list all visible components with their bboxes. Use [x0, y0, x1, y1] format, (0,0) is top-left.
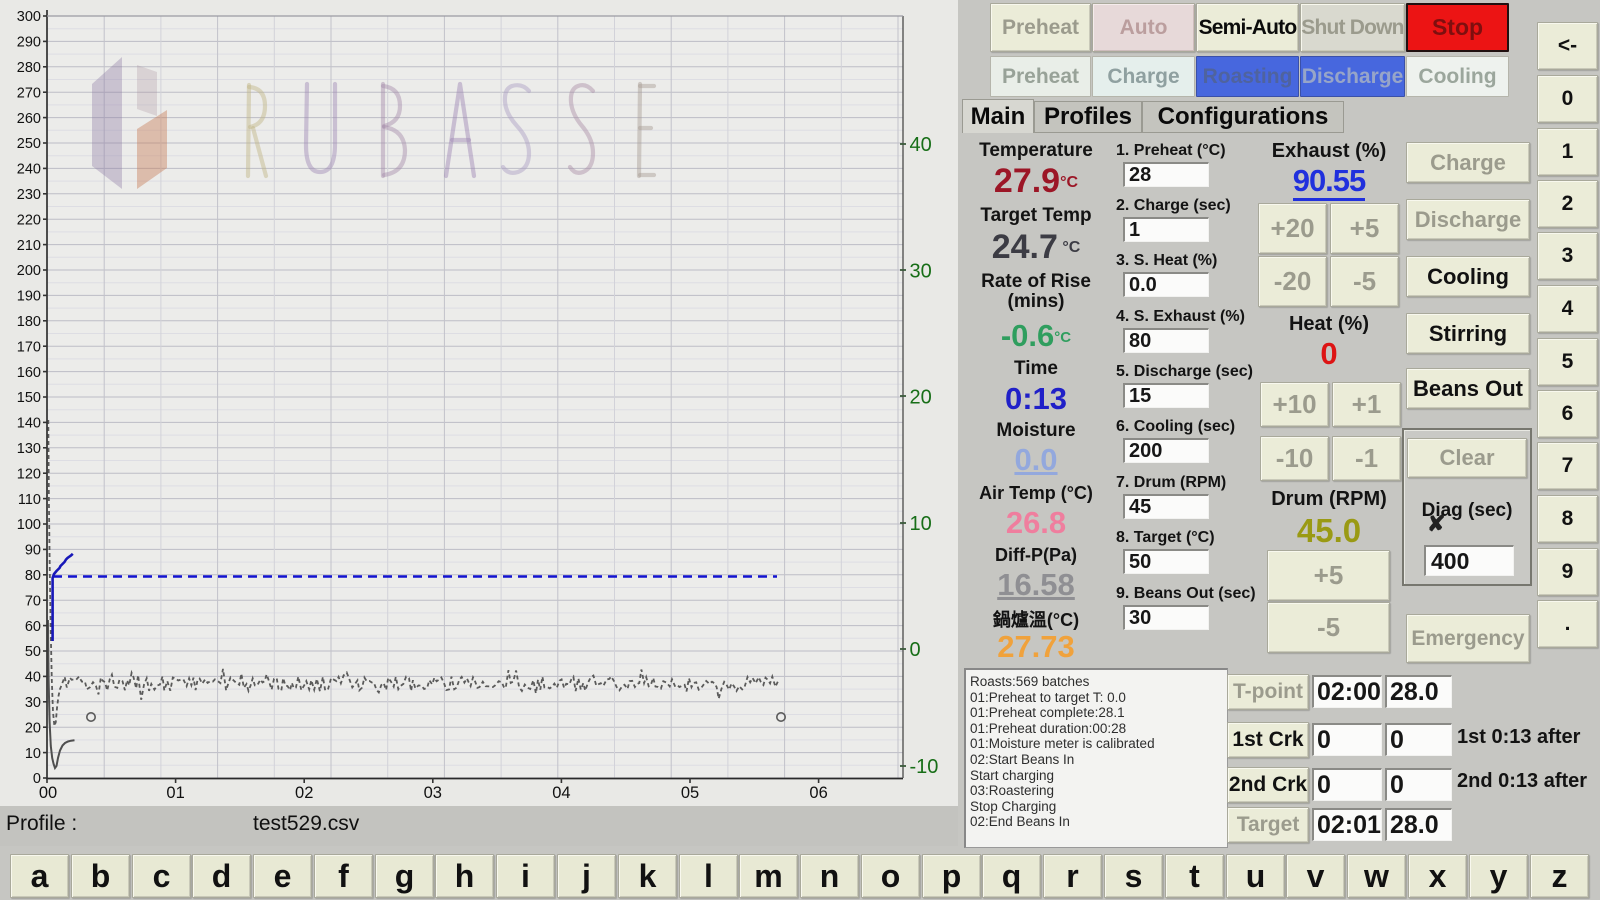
svg-text:280: 280	[17, 60, 41, 76]
svg-text:50: 50	[25, 644, 41, 660]
svg-text:00: 00	[39, 784, 57, 802]
svg-text:240: 240	[17, 162, 41, 178]
svg-text:170: 170	[17, 339, 41, 355]
svg-text:190: 190	[17, 289, 41, 305]
svg-text:210: 210	[17, 238, 41, 254]
svg-text:40: 40	[25, 670, 41, 686]
svg-text:03: 03	[424, 784, 442, 802]
svg-text:150: 150	[17, 390, 41, 406]
svg-text:220: 220	[17, 212, 41, 228]
svg-text:06: 06	[809, 784, 827, 802]
svg-text:20: 20	[25, 720, 41, 736]
svg-text:300: 300	[17, 9, 41, 25]
svg-text:10: 10	[25, 746, 41, 762]
svg-text:80: 80	[25, 568, 41, 584]
svg-text:05: 05	[681, 784, 699, 802]
svg-text:110: 110	[18, 492, 41, 508]
svg-text:70: 70	[25, 593, 41, 609]
svg-text:40: 40	[910, 134, 932, 156]
svg-text:260: 260	[17, 111, 41, 127]
svg-text:250: 250	[17, 136, 41, 152]
svg-text:230: 230	[17, 187, 41, 203]
svg-text:30: 30	[25, 695, 41, 711]
svg-text:30: 30	[910, 260, 932, 282]
svg-text:180: 180	[17, 314, 41, 330]
svg-text:04: 04	[552, 784, 570, 802]
svg-text:270: 270	[17, 85, 41, 101]
svg-text:02: 02	[295, 784, 313, 802]
svg-text:100: 100	[17, 517, 41, 533]
svg-text:60: 60	[25, 619, 41, 635]
svg-text:01: 01	[166, 784, 184, 802]
svg-text:290: 290	[17, 35, 41, 51]
svg-text:140: 140	[17, 416, 41, 432]
svg-text:160: 160	[17, 365, 41, 381]
svg-text:10: 10	[910, 513, 932, 535]
svg-text:0: 0	[910, 639, 921, 661]
svg-text:20: 20	[910, 387, 932, 409]
svg-text:120: 120	[17, 466, 41, 482]
svg-text:130: 130	[17, 441, 41, 457]
svg-text:-10: -10	[910, 756, 939, 778]
svg-text:200: 200	[17, 263, 41, 279]
svg-text:90: 90	[25, 543, 41, 559]
